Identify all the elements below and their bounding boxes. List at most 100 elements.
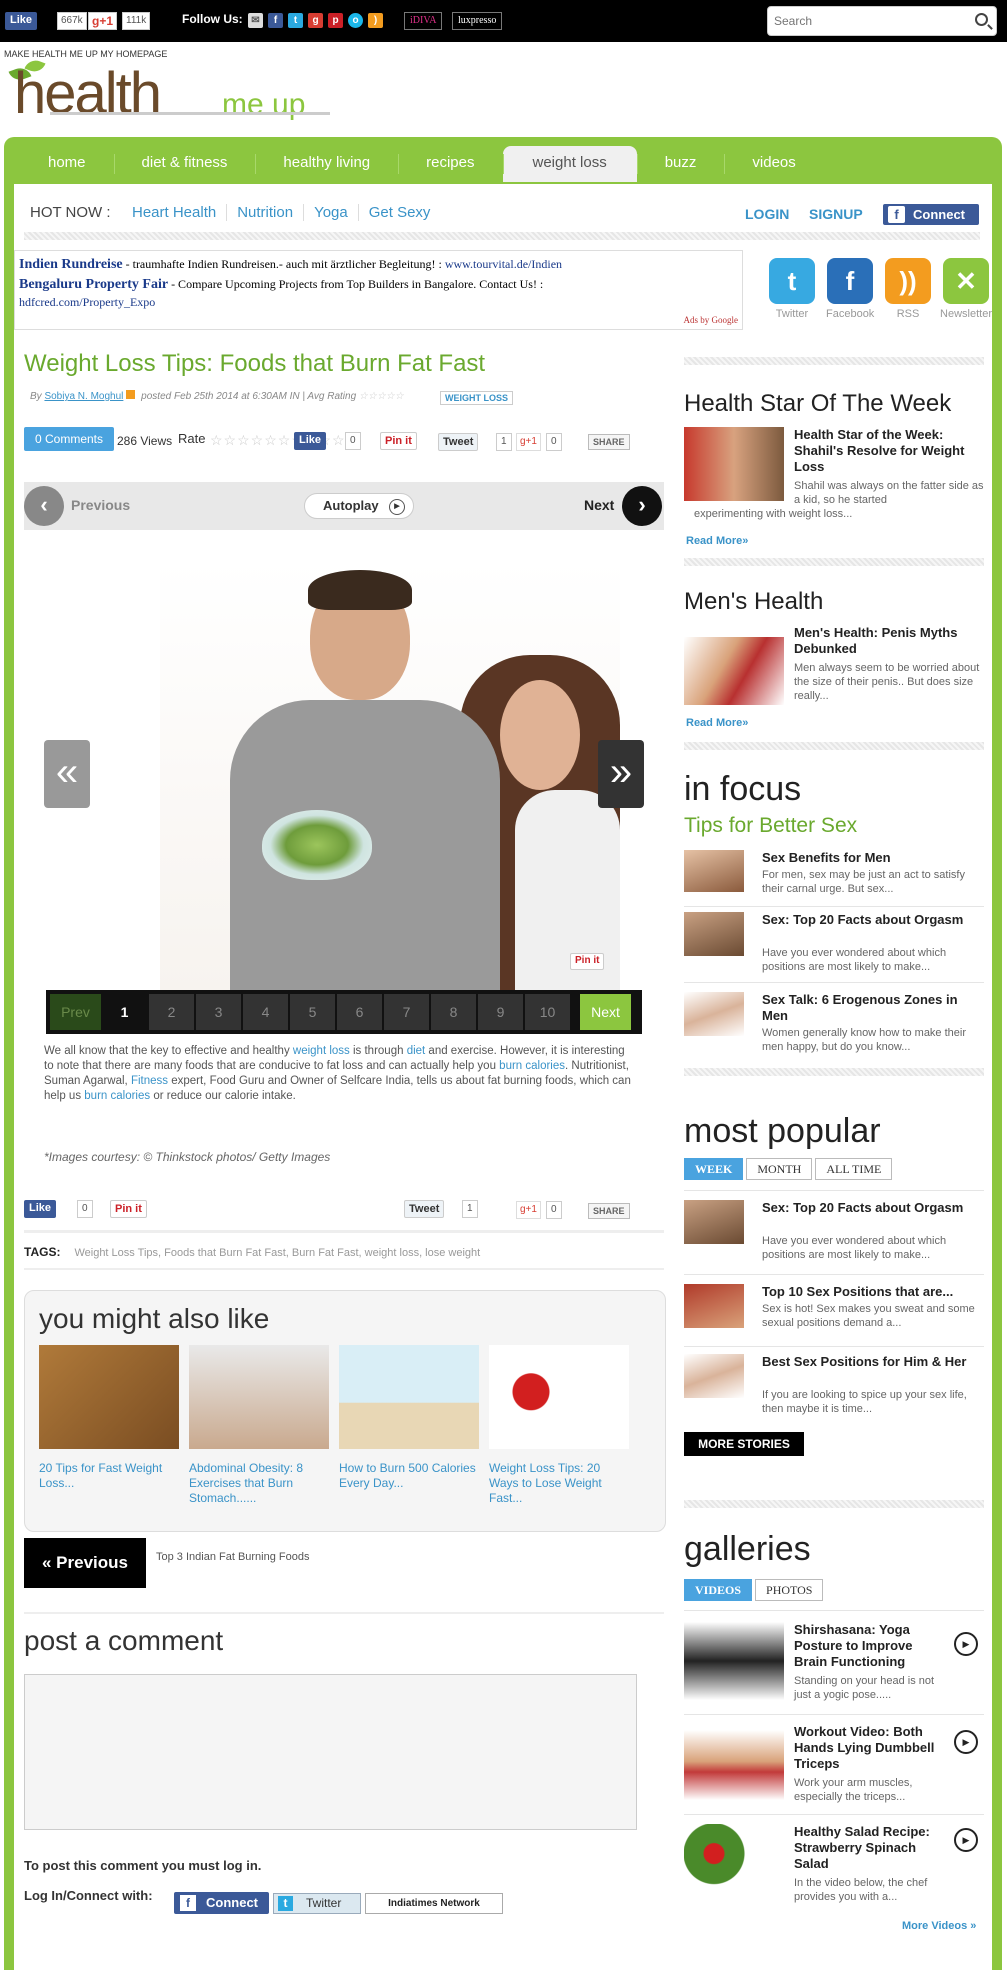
- pager-next[interactable]: Next: [580, 994, 632, 1030]
- tab-month[interactable]: MONTH: [746, 1158, 813, 1180]
- nav-recipes[interactable]: recipes: [398, 146, 502, 182]
- pager-page[interactable]: 9: [478, 994, 524, 1030]
- tweet-button[interactable]: Tweet: [438, 433, 479, 451]
- ad-item[interactable]: Indien Rundreise - traumhafte Indien Run…: [19, 257, 562, 273]
- popular-item[interactable]: Best Sex Positions for Him & Her If you …: [684, 1354, 984, 1424]
- google-plus-button[interactable]: g+1: [516, 433, 541, 451]
- ads-by-google[interactable]: Ads by Google: [684, 315, 739, 325]
- hot-link-nutrition[interactable]: Nutrition: [227, 204, 305, 221]
- pinterest-icon[interactable]: p: [328, 13, 343, 28]
- pager-page[interactable]: 10: [525, 994, 571, 1030]
- luxpresso-link[interactable]: luxpresso: [452, 12, 503, 30]
- related-card[interactable]: Abdominal Obesity: 8 Exercises that Burn…: [189, 1345, 329, 1506]
- pin-it-button[interactable]: Pin it: [380, 432, 417, 450]
- twitter-login-button[interactable]: Twitter: [273, 1893, 361, 1914]
- pager-page[interactable]: 1: [102, 994, 148, 1030]
- login-link[interactable]: LOGIN: [745, 206, 789, 222]
- tag-links[interactable]: Weight Loss Tips, Foods that Burn Fat Fa…: [74, 1247, 480, 1259]
- facebook-connect-button[interactable]: Connect: [883, 204, 979, 225]
- burn-calories-link[interactable]: burn calories: [84, 1090, 150, 1102]
- read-more-link[interactable]: Read More»: [686, 717, 748, 729]
- nav-healthy-living[interactable]: healthy living: [255, 146, 398, 182]
- google-plus-button[interactable]: g+1: [88, 12, 118, 30]
- tab-videos[interactable]: VIDEOS: [684, 1579, 753, 1601]
- related-title[interactable]: Weight Loss Tips: 20 Ways to Lose Weight…: [489, 1461, 629, 1506]
- in-focus-item[interactable]: Sex: Top 20 Facts about Orgasm Have you …: [684, 912, 984, 982]
- facebook-like-button[interactable]: Like: [24, 1200, 57, 1218]
- email-icon[interactable]: ✉: [248, 13, 263, 28]
- ad-url[interactable]: hdfcred.com/Property_Expo: [19, 295, 155, 310]
- diet-link[interactable]: diet: [407, 1045, 426, 1057]
- popular-title[interactable]: Top 10 Sex Positions that are...: [762, 1284, 984, 1300]
- mens-health-title[interactable]: Men's Health: Penis Myths Debunked: [794, 625, 984, 657]
- hot-link-get-sexy[interactable]: Get Sexy: [359, 204, 441, 221]
- ad-item[interactable]: Bengaluru Property Fair - Compare Upcomi…: [19, 277, 543, 293]
- in-focus-item[interactable]: Sex Benefits for Men For men, sex may be…: [684, 850, 984, 910]
- make-homepage-link[interactable]: MAKE HEALTH ME UP MY HOMEPAGE: [4, 49, 167, 59]
- hot-link-heart-health[interactable]: Heart Health: [122, 204, 228, 221]
- pager-page[interactable]: 3: [196, 994, 242, 1030]
- search-icon[interactable]: [975, 13, 988, 26]
- popular-title[interactable]: Best Sex Positions for Him & Her: [762, 1354, 984, 1370]
- fitness-link[interactable]: Fitness: [131, 1075, 168, 1087]
- nav-diet-fitness[interactable]: diet & fitness: [113, 146, 256, 182]
- google-plus-button[interactable]: g+1: [516, 1201, 541, 1219]
- previous-arrow-icon[interactable]: ‹: [24, 486, 64, 526]
- indiatimes-login-button[interactable]: Indiatimes Network: [365, 1893, 503, 1914]
- in-focus-title[interactable]: Sex: Top 20 Facts about Orgasm: [762, 912, 984, 928]
- slide-next-icon[interactable]: »: [598, 740, 644, 808]
- nav-videos[interactable]: videos: [724, 146, 823, 182]
- hot-link-yoga[interactable]: Yoga: [304, 204, 359, 221]
- pager-page[interactable]: 8: [431, 994, 477, 1030]
- site-logo[interactable]: health me up: [8, 57, 330, 126]
- autoplay-button[interactable]: Autoplay: [304, 493, 414, 519]
- comments-button[interactable]: 0 Comments: [24, 427, 114, 451]
- facebook-like-button[interactable]: Like: [294, 432, 327, 450]
- tweet-button[interactable]: Tweet: [404, 1200, 445, 1218]
- related-title[interactable]: Abdominal Obesity: 8 Exercises that Burn…: [189, 1461, 329, 1506]
- slide-prev-icon[interactable]: «: [44, 740, 90, 808]
- play-icon[interactable]: ▶: [954, 1632, 978, 1656]
- comment-textarea[interactable]: [24, 1674, 637, 1830]
- rss-icon[interactable]: [126, 390, 136, 399]
- facebook-follow[interactable]: f Facebook: [826, 258, 874, 320]
- mens-health-item[interactable]: Men's Health: Penis Myths Debunked Men a…: [684, 625, 984, 705]
- google-plus-icon[interactable]: g: [308, 13, 323, 28]
- next-label[interactable]: Next: [584, 497, 614, 513]
- pager-page[interactable]: 2: [149, 994, 195, 1030]
- idiva-link[interactable]: iDIVA: [404, 12, 443, 30]
- related-title[interactable]: 20 Tips for Fast Weight Loss...: [39, 1461, 179, 1491]
- facebook-connect-button[interactable]: Connect: [174, 1892, 269, 1914]
- gallery-item[interactable]: Healthy Salad Recipe: Strawberry Spinach…: [684, 1824, 984, 1914]
- category-tag[interactable]: WEIGHT LOSS: [440, 391, 513, 405]
- pager-prev[interactable]: Prev: [50, 994, 102, 1030]
- gallery-title[interactable]: Healthy Salad Recipe: Strawberry Spinach…: [794, 1824, 944, 1872]
- popular-item[interactable]: Top 10 Sex Positions that are... Sex is …: [684, 1284, 984, 1354]
- share-button[interactable]: SHARE: [588, 434, 630, 450]
- pager-page[interactable]: 5: [290, 994, 336, 1030]
- pager-page[interactable]: 4: [243, 994, 289, 1030]
- nav-home[interactable]: home: [20, 146, 114, 182]
- health-star-title[interactable]: Health Star of the Week: Shahil's Resolv…: [794, 427, 984, 475]
- tab-week[interactable]: WEEK: [684, 1158, 744, 1180]
- gallery-item[interactable]: Workout Video: Both Hands Lying Dumbbell…: [684, 1724, 984, 1814]
- previous-post-title[interactable]: Top 3 Indian Fat Burning Foods: [156, 1551, 309, 1563]
- pager-page[interactable]: 7: [384, 994, 430, 1030]
- gallery-title[interactable]: Workout Video: Both Hands Lying Dumbbell…: [794, 1724, 944, 1772]
- share-button[interactable]: SHARE: [588, 1203, 630, 1219]
- popular-item[interactable]: Sex: Top 20 Facts about Orgasm Have you …: [684, 1200, 984, 1270]
- in-focus-title[interactable]: Sex Talk: 6 Erogenous Zones in Men: [762, 992, 984, 1024]
- next-arrow-icon[interactable]: ›: [622, 486, 662, 526]
- rss-icon[interactable]: ): [368, 13, 383, 28]
- signup-link[interactable]: SIGNUP: [809, 206, 863, 222]
- in-focus-title[interactable]: Sex Benefits for Men: [762, 850, 984, 866]
- search-input[interactable]: [774, 7, 964, 35]
- facebook-icon[interactable]: f: [268, 13, 283, 28]
- author-link[interactable]: Sobiya N. Moghul: [44, 391, 123, 402]
- twitter-follow[interactable]: t Twitter: [768, 258, 816, 320]
- weight-loss-link[interactable]: weight loss: [293, 1045, 350, 1057]
- related-card[interactable]: 20 Tips for Fast Weight Loss...: [39, 1345, 179, 1491]
- nav-buzz[interactable]: buzz: [636, 146, 725, 182]
- gallery-item[interactable]: Shirshasana: Yoga Posture to Improve Bra…: [684, 1622, 984, 1712]
- pager-page[interactable]: 6: [337, 994, 383, 1030]
